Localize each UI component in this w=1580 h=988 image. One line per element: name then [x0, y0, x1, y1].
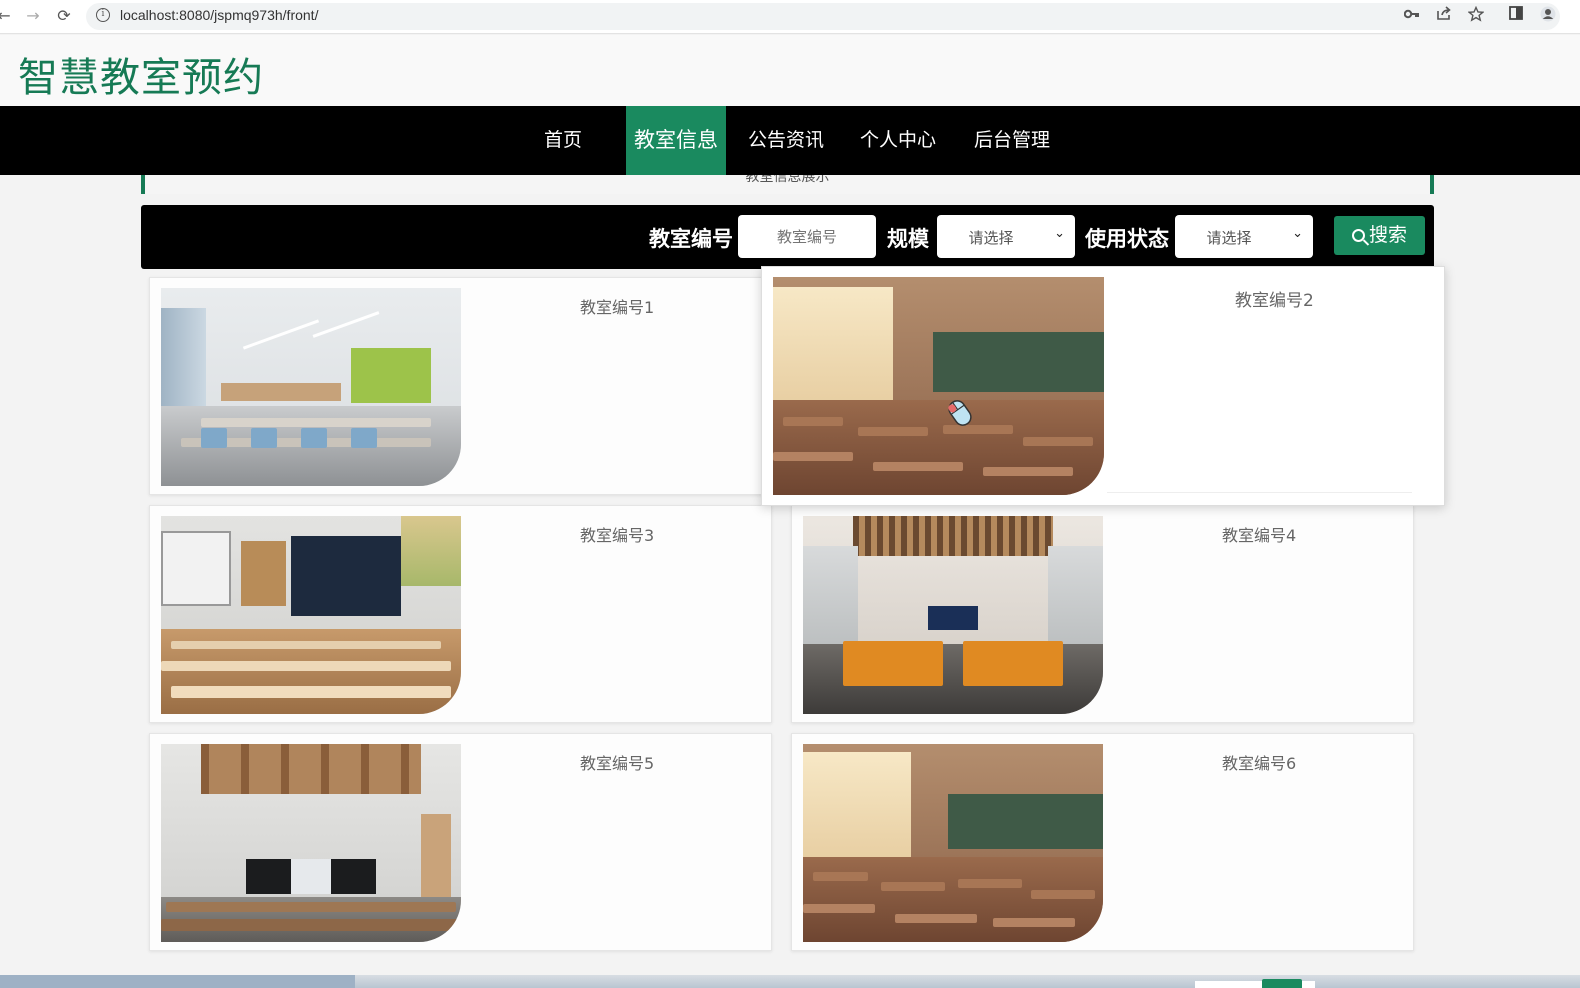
star-icon[interactable]: [1466, 5, 1486, 26]
sidebar-icon[interactable]: [1506, 6, 1526, 24]
site-title[interactable]: 智慧教室预约: [18, 45, 264, 103]
scale-select[interactable]: 请选择 ⌄: [937, 215, 1075, 258]
classroom-card[interactable]: 教室编号3: [149, 505, 772, 723]
status-select[interactable]: 请选择 ⌄: [1175, 215, 1313, 258]
classroom-title[interactable]: 教室编号5: [580, 750, 654, 774]
nav-item-announcements[interactable]: 公告资讯: [740, 106, 832, 175]
nav-item-classroom-info[interactable]: 教室信息: [626, 106, 726, 175]
breadcrumb-text: 教室信息展示: [745, 175, 830, 185]
main-nav: 首页 教室信息 公告资讯 个人中心 后台管理: [0, 106, 1580, 175]
classroom-card[interactable]: 教室编号5: [149, 733, 772, 951]
nav-item-admin[interactable]: 后台管理: [966, 106, 1058, 175]
classroom-image[interactable]: [161, 288, 461, 486]
status-label: 使用状态: [1085, 227, 1169, 251]
search-bar: 教室编号 规模 请选择 ⌄ 使用状态 请选择 ⌄ 搜索: [141, 205, 1434, 269]
site-info-icon[interactable]: i: [96, 8, 110, 22]
pagination-active[interactable]: [1262, 979, 1302, 988]
classroom-image[interactable]: [803, 516, 1103, 714]
scale-select-value: 请选择: [968, 229, 1014, 247]
classroom-title[interactable]: 教室编号2: [1235, 286, 1314, 311]
taskbar-strip: [0, 975, 1580, 988]
search-button[interactable]: 搜索: [1334, 216, 1425, 255]
classroom-title[interactable]: 教室编号1: [580, 294, 654, 318]
share-icon[interactable]: [1434, 6, 1454, 24]
classroom-card[interactable]: 教室编号1: [149, 277, 772, 495]
classroom-title[interactable]: 教室编号4: [1222, 522, 1296, 546]
browser-toolbar: ← → ⟳ i localhost:8080/jspmq973h/front/: [0, 0, 1580, 34]
classroom-title[interactable]: 教室编号3: [580, 522, 654, 546]
room-number-input[interactable]: [738, 215, 876, 258]
reload-icon[interactable]: ⟳: [54, 6, 74, 25]
room-number-label: 教室编号: [649, 227, 733, 251]
classroom-image[interactable]: [773, 277, 1104, 495]
forward-icon[interactable]: →: [23, 6, 43, 25]
classroom-image[interactable]: [161, 516, 461, 714]
search-icon: [1351, 229, 1365, 242]
status-select-value: 请选择: [1206, 229, 1252, 247]
scale-label: 规模: [887, 227, 929, 251]
card-divider: [1107, 492, 1412, 493]
classroom-card[interactable]: 教室编号2: [761, 266, 1445, 506]
nav-item-personal-center[interactable]: 个人中心: [852, 106, 944, 175]
back-icon[interactable]: ←: [0, 6, 14, 25]
nav-item-home[interactable]: 首页: [522, 106, 604, 175]
site-header: 智慧教室预约: [0, 35, 1580, 106]
url-text: localhost:8080/jspmq973h/front/: [120, 7, 319, 23]
search-button-label: 搜索: [1368, 224, 1407, 246]
chevron-down-icon: ⌄: [1054, 226, 1065, 241]
address-bar[interactable]: i localhost:8080/jspmq973h/front/: [86, 3, 1560, 30]
profile-icon[interactable]: [1538, 6, 1558, 26]
classroom-card[interactable]: 教室编号4: [791, 505, 1414, 723]
classroom-image[interactable]: [803, 744, 1103, 942]
chevron-down-icon: ⌄: [1292, 226, 1303, 241]
classroom-image[interactable]: [161, 744, 461, 942]
breadcrumb: 教室信息展示: [141, 175, 1434, 194]
classroom-title[interactable]: 教室编号6: [1222, 750, 1296, 774]
classroom-card[interactable]: 教室编号6: [791, 733, 1414, 951]
mouse-cursor-icon: [944, 396, 976, 434]
key-icon[interactable]: [1402, 6, 1422, 24]
